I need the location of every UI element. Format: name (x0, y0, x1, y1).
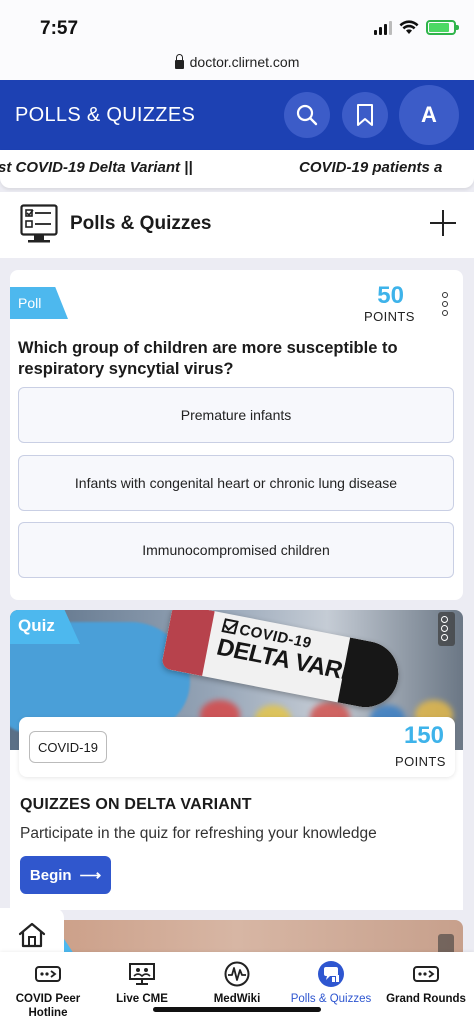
nav-label: Grand Rounds (386, 993, 466, 1005)
poll-points-label: POINTS (364, 309, 415, 324)
quiz-tag-label: Quiz (18, 616, 55, 635)
nav-label: COVID Peer Hotline (15, 993, 81, 1019)
presentation-icon (129, 963, 155, 985)
bookmark-button[interactable] (342, 92, 388, 138)
quiz-points-label: POINTS (395, 754, 446, 769)
battery-level (429, 23, 450, 32)
topic-chip-label: COVID-19 (38, 739, 98, 755)
nav-item-grand-rounds[interactable]: Grand Rounds (379, 960, 473, 1006)
topic-chip[interactable]: COVID-19 (29, 731, 107, 763)
browser-url-bar[interactable]: doctor.clirnet.com (0, 44, 474, 80)
quiz-description: Participate in the quiz for refreshing y… (20, 825, 377, 842)
poll-tag-label: Poll (18, 295, 42, 311)
ticker-item[interactable]: st COVID-19 Delta Variant || (0, 159, 193, 176)
poll-tag: Poll (10, 287, 68, 319)
avatar[interactable]: A (399, 85, 459, 145)
cellular-signal-icon (374, 20, 392, 35)
begin-button[interactable]: Begin ⟶ (20, 856, 111, 894)
poll-option[interactable]: Premature infants (18, 387, 454, 443)
bottom-nav: COVID Peer Hotline Live CME MedWiki Poll… (0, 952, 474, 1024)
nav-label: Polls & Quizzes (290, 993, 372, 1005)
poll-option-label: Premature infants (180, 407, 292, 423)
app-header: POLLS & QUIZZES A (0, 80, 474, 150)
section-header: Polls & Quizzes (0, 192, 474, 258)
status-bar: 7:57 (0, 0, 474, 44)
nav-label: Live CME (116, 993, 168, 1005)
begin-button-label: Begin (29, 866, 72, 884)
nav-label: MedWiki (213, 993, 261, 1005)
phone-badge-icon (413, 966, 439, 982)
poll-option-label: Infants with congenital heart or chronic… (74, 475, 398, 491)
phone-badge-icon (35, 966, 61, 982)
nav-item-polls-quizzes[interactable]: Polls & Quizzes (284, 960, 378, 1006)
home-icon (18, 922, 46, 948)
quiz-card[interactable]: COVID-19 DELTA VARIANT Quiz COVID-19 150… (10, 610, 463, 910)
wifi-icon (399, 20, 419, 34)
url-text: doctor.clirnet.com (189, 54, 300, 70)
search-button[interactable] (284, 92, 330, 138)
search-icon (296, 104, 318, 126)
quiz-info-box: COVID-19 150 POINTS (19, 717, 455, 777)
status-icons (374, 20, 459, 35)
battery-icon (426, 20, 459, 35)
poll-card: Poll 50 POINTS Which group of children a… (10, 270, 463, 600)
page-title: POLLS & QUIZZES (15, 104, 196, 126)
polls-quiz-icon (20, 204, 58, 243)
ticker-item[interactable]: COVID-19 patients a (299, 159, 442, 176)
poll-option-label: Immunocompromised children (142, 542, 330, 558)
news-ticker[interactable]: st COVID-19 Delta Variant || COVID-19 pa… (0, 150, 474, 188)
status-time: 7:57 (40, 18, 79, 39)
home-indicator (153, 1007, 321, 1012)
pulse-circle-icon (224, 961, 250, 987)
quiz-title: QUIZZES ON DELTA VARIANT (20, 796, 252, 813)
quiz-points-value: 150 (403, 722, 444, 749)
more-options-icon[interactable] (442, 292, 448, 316)
quiz-bubble-icon (318, 961, 344, 987)
poll-option[interactable]: Infants with congenital heart or chronic… (18, 455, 454, 511)
test-tube: COVID-19 DELTA VARIANT (160, 610, 405, 713)
section-title: Polls & Quizzes (70, 213, 212, 234)
poll-question: Which group of children are more suscept… (18, 339, 398, 378)
poll-option[interactable]: Immunocompromised children (18, 522, 454, 578)
bookmark-icon (357, 104, 373, 126)
checkbox-icon (221, 618, 239, 635)
more-options-icon[interactable] (441, 616, 448, 641)
poll-points-value: 50 (377, 282, 404, 309)
avatar-initial: A (421, 102, 437, 127)
nav-item-medwiki[interactable]: MedWiki (190, 960, 284, 1006)
arrow-right-icon: ⟶ (79, 867, 102, 884)
add-icon[interactable] (430, 210, 456, 236)
lock-icon (174, 53, 184, 69)
nav-item-live-cme[interactable]: Live CME (95, 960, 189, 1006)
nav-item-covid-peer-hotline[interactable]: COVID Peer Hotline (1, 960, 95, 1020)
